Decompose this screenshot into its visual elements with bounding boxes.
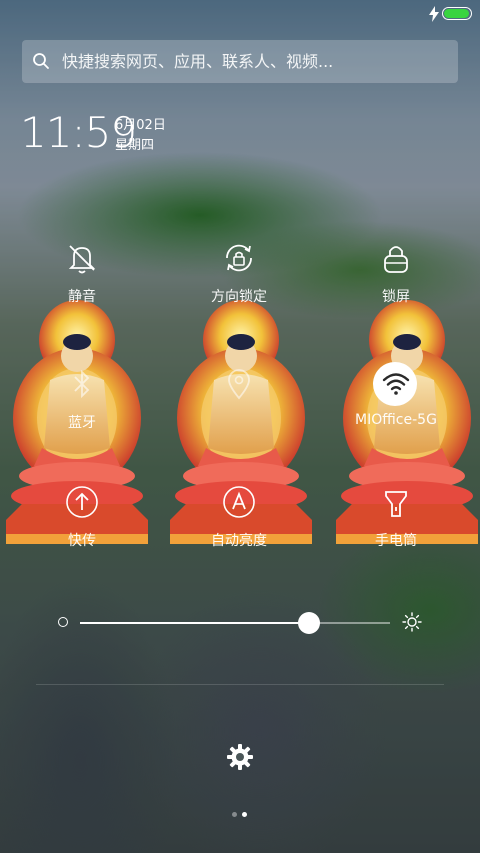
location-icon (228, 369, 250, 400)
flashlight-icon (385, 491, 407, 517)
search-placeholder: 快捷搜索网页、应用、联系人、视频... (62, 52, 334, 71)
bluetooth-icon (74, 369, 90, 399)
toggle-flashlight[interactable]: 手电筒 (341, 484, 451, 554)
clock-date-block: 6月02日 星期四 (115, 116, 166, 156)
lock-icon (384, 246, 408, 273)
toggle-auto-brightness-label: 自动亮度 (211, 533, 267, 549)
clock-date: 6月02日 (115, 118, 166, 133)
toggle-mute[interactable]: 静音 (27, 240, 137, 310)
bell-off-icon (68, 245, 96, 274)
toggle-auto-brightness[interactable]: 自动亮度 (184, 484, 294, 554)
divider (36, 684, 444, 685)
page-dot (232, 812, 237, 817)
transfer-icon (66, 486, 98, 518)
page-dot (242, 812, 247, 817)
page-indicator (230, 811, 250, 819)
toggle-rotation-lock-label: 方向锁定 (211, 289, 267, 305)
toggle-flashlight-label: 手电筒 (375, 533, 417, 549)
auto-brightness-icon (223, 486, 255, 518)
wifi-icon (382, 373, 410, 395)
battery-icon (442, 7, 472, 20)
brightness-slider[interactable] (80, 612, 390, 634)
brightness-low-icon (58, 617, 68, 627)
toggle-gps[interactable] (184, 366, 294, 436)
toggle-lock-screen-label: 锁屏 (382, 289, 410, 305)
battery-level-fill (444, 9, 469, 18)
toggle-data[interactable]: 快传 (27, 484, 137, 554)
toggle-mute-label: 静音 (68, 289, 96, 305)
brightness-high-icon (402, 612, 422, 632)
toggle-bluetooth[interactable]: 蓝牙 (27, 366, 137, 436)
settings-gear-icon[interactable] (226, 743, 254, 771)
toggle-bluetooth-label: 蓝牙 (68, 415, 96, 431)
toggle-rotation-lock[interactable]: 方向锁定 (184, 240, 294, 310)
search-icon (33, 53, 49, 69)
rotation-lock-icon (226, 244, 252, 272)
status-bar (0, 0, 480, 28)
search-bar[interactable]: 快捷搜索网页、应用、联系人、视频... (22, 40, 458, 83)
toggle-wifi[interactable]: MIOffice-5G (341, 362, 451, 436)
toggle-data-label: 快传 (68, 533, 96, 549)
brightness-slider-fill (80, 622, 310, 624)
charging-icon (429, 6, 439, 22)
clock-weekday: 星期四 (115, 138, 155, 153)
toggle-lock-screen[interactable]: 锁屏 (341, 240, 451, 310)
toggle-wifi-label: MIOffice-5G (355, 412, 437, 428)
